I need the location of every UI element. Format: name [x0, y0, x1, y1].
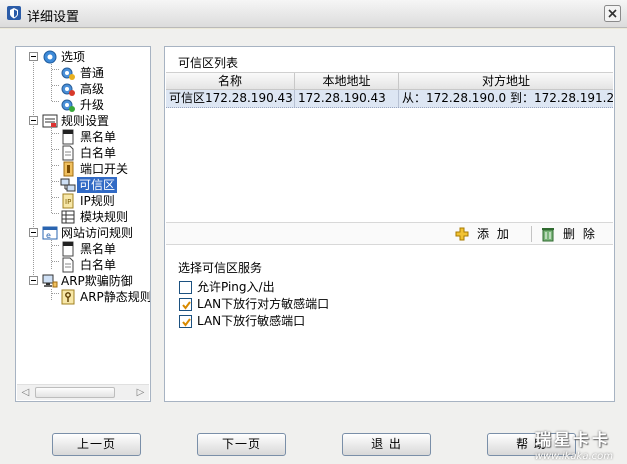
collapse-icon[interactable] [29, 116, 38, 125]
trusted-zone-panel: 可信区列表 名称 本地地址 对方地址 可信区172.28.190.43 172.… [164, 46, 615, 402]
tree-item-label: 网站访问规则 [61, 226, 134, 240]
checkbox-box[interactable] [179, 315, 192, 328]
tree-item-label: IP规则 [80, 194, 115, 208]
services-title: 选择可信区服务 [178, 261, 263, 275]
action-separator [531, 226, 532, 242]
add-button-label: 添 加 [477, 227, 511, 241]
tree-item-label: 黑名单 [80, 130, 117, 144]
checkmark-icon [182, 318, 191, 327]
tree-item-ip-rules[interactable]: IP IP规则 [16, 193, 150, 209]
tree-item-upgrade[interactable]: 升级 [16, 97, 150, 113]
scrollbar-thumb[interactable] [35, 387, 115, 398]
list-action-bar: 添 加 删 除 [166, 222, 613, 245]
tree-item-trusted-zone[interactable]: 可信区 [16, 177, 150, 193]
column-header-remote-address[interactable]: 对方地址 [399, 73, 613, 90]
scroll-right-icon[interactable]: ▷ [135, 387, 146, 398]
tree-item-label: 选项 [61, 50, 86, 64]
delete-button[interactable]: 删 除 [540, 225, 610, 243]
delete-button-label: 删 除 [563, 227, 597, 241]
trusted-zone-table: 名称 本地地址 对方地址 可信区172.28.190.43 172.28.190… [166, 72, 613, 245]
add-button[interactable]: 添 加 [454, 225, 524, 243]
tree-item-label: 高级 [80, 82, 105, 96]
document-icon [62, 145, 74, 161]
checkbox-box[interactable] [179, 281, 192, 294]
tree-item-module-rules[interactable]: 模块规则 [16, 209, 150, 225]
column-header-local-address[interactable]: 本地地址 [295, 73, 399, 90]
cell-remote-address: 从：172.28.190.0 到：172.28.191.255 [402, 91, 613, 105]
tree-item-label: 白名单 [80, 146, 117, 160]
key-icon [61, 289, 75, 305]
checkbox-box[interactable] [179, 298, 192, 311]
tree-item-label: 可信区 [77, 177, 118, 193]
tree-item-label: 升级 [80, 98, 105, 112]
collapse-icon[interactable] [29, 228, 38, 237]
tree-item-label: ARP欺骗防御 [61, 274, 133, 288]
collapse-icon[interactable] [29, 276, 38, 285]
window-title: 详细设置 [27, 10, 80, 25]
ip-icon: IP [62, 193, 74, 209]
web-icon: e [42, 226, 58, 240]
checkbox-label: LAN下放行对方敏感端口 [197, 297, 330, 311]
plus-icon [455, 227, 469, 241]
gear-icon [61, 67, 75, 80]
watermark: 瑞星卡卡 www.ikaka.com [485, 430, 627, 464]
document-icon [62, 257, 74, 273]
table-header: 名称 本地地址 对方地址 [166, 72, 613, 90]
tree-item-label: 白名单 [80, 258, 117, 272]
collapse-icon[interactable] [29, 52, 38, 61]
tree-item-web-blacklist[interactable]: 黑名单 [16, 241, 150, 257]
trash-icon [542, 228, 554, 242]
svg-text:e: e [46, 231, 51, 240]
exit-button[interactable]: 退 出 [342, 433, 431, 456]
tree-horizontal-scrollbar[interactable]: ◁ ▷ [17, 384, 149, 400]
document-icon [62, 129, 74, 145]
tree-item-arp-defense[interactable]: ARP欺骗防御 [16, 273, 150, 289]
document-icon [62, 241, 74, 257]
tree-item-label: 黑名单 [80, 242, 117, 256]
computer-icon [42, 274, 58, 288]
tree-item-advanced[interactable]: 高级 [16, 81, 150, 97]
network-icon [60, 178, 76, 192]
grid-icon [61, 210, 75, 224]
column-header-name[interactable]: 名称 [166, 73, 295, 90]
checkmark-icon [182, 301, 191, 310]
gear-icon [61, 99, 75, 112]
cell-local-address: 172.28.190.43 [295, 90, 399, 107]
window-titlebar: 详细设置 [0, 0, 627, 28]
tree-item-options[interactable]: 选项 [16, 49, 150, 65]
port-icon [63, 161, 74, 177]
dialog-body: 选项 普通 高级 升级 规则设置 黑名单 白名单 端口开关 可信区 IP IP规… [0, 29, 627, 464]
shield-icon [7, 6, 21, 20]
cell-name: 可信区172.28.190.43 [166, 90, 295, 107]
tree-item-blacklist[interactable]: 黑名单 [16, 129, 150, 145]
tree-item-arp-static[interactable]: ARP静态规则 [16, 289, 150, 305]
previous-page-button[interactable]: 上一页 [52, 433, 141, 456]
watermark-text: 瑞星卡卡 [534, 430, 611, 449]
svg-text:IP: IP [65, 198, 71, 206]
settings-tree: 选项 普通 高级 升级 规则设置 黑名单 白名单 端口开关 可信区 IP IP规… [15, 46, 151, 402]
tree-item-port-switch[interactable]: 端口开关 [16, 161, 150, 177]
rules-icon [42, 114, 58, 128]
tree-item-label: 模块规则 [80, 210, 129, 224]
next-page-button[interactable]: 下一页 [197, 433, 286, 456]
tree-item-general[interactable]: 普通 [16, 65, 150, 81]
tree-item-label: 端口开关 [80, 162, 129, 176]
tree-item-web-whitelist[interactable]: 白名单 [16, 257, 150, 273]
tree-item-whitelist[interactable]: 白名单 [16, 145, 150, 161]
watermark-url: www.ikaka.com [534, 451, 613, 462]
tree-item-label: ARP静态规则 [80, 290, 151, 304]
tree-item-label: 规则设置 [61, 114, 110, 128]
tree-item-label: 普通 [80, 66, 105, 80]
scroll-left-icon[interactable]: ◁ [20, 387, 31, 398]
tree-item-website-rules[interactable]: e 网站访问规则 [16, 225, 150, 241]
gear-icon [43, 50, 57, 64]
table-row[interactable]: 可信区172.28.190.43 172.28.190.43 从：172.28.… [166, 90, 613, 108]
gear-icon [61, 83, 75, 96]
checkbox-label: LAN下放行敏感端口 [197, 314, 306, 328]
trusted-zone-list-title: 可信区列表 [178, 56, 239, 70]
close-icon[interactable] [604, 5, 621, 22]
tree-item-rules[interactable]: 规则设置 [16, 113, 150, 129]
checkbox-label: 允许Ping入/出 [197, 280, 275, 294]
